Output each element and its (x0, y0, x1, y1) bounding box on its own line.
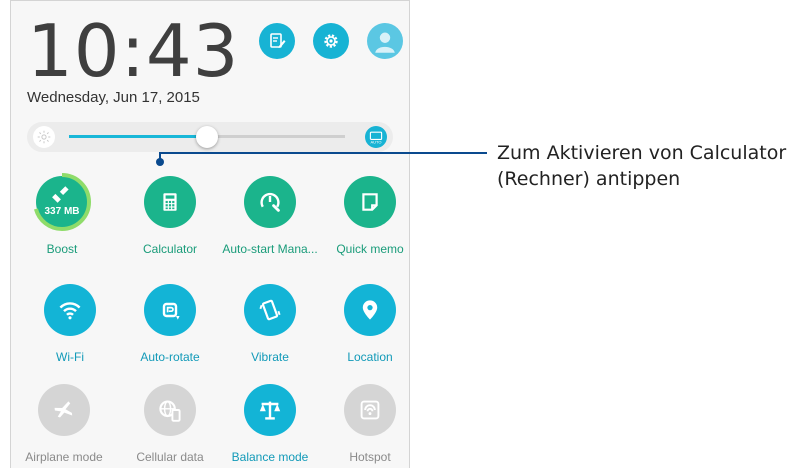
tile-label: Boost (46, 242, 78, 256)
tile-quick-memo[interactable]: Quick memo (321, 176, 409, 276)
auto-brightness-button[interactable]: AUTO (365, 126, 387, 148)
brightness-sun-icon (33, 126, 55, 148)
tile-vibrate[interactable]: Vibrate (221, 284, 319, 384)
calculator-icon (144, 176, 196, 228)
scale-icon (244, 384, 296, 436)
gauge-wrench-icon (244, 176, 296, 228)
tile-auto-rotate[interactable]: Auto-rotate (121, 284, 219, 384)
clock-date: Wednesday, Jun 17, 2015 (27, 89, 200, 106)
tile-label: Location (347, 350, 393, 364)
tile-label: Vibrate (251, 350, 289, 364)
quick-settings-panel: 10:43 Wednesday, Jun 17, 2015 AUTO 337 M… (10, 0, 410, 468)
vibrate-icon (244, 284, 296, 336)
airplane-icon (38, 384, 90, 436)
tile-label: Airplane mode (25, 450, 103, 464)
tile-balance-mode[interactable]: Balance mode (221, 384, 319, 468)
tile-calculator[interactable]: Calculator (121, 176, 219, 276)
tile-location[interactable]: Location (321, 284, 409, 384)
hotspot-icon (344, 384, 396, 436)
tile-label: Auto-start Mana... (222, 242, 318, 256)
boost-badge: 337 MB (44, 206, 80, 217)
broom-icon: 337 MB (33, 173, 91, 231)
clock-time: 10:43 (27, 9, 240, 93)
tile-hotspot[interactable]: Hotspot (321, 384, 409, 468)
brightness-fill (69, 135, 207, 138)
tile-label: Hotspot (349, 450, 391, 464)
tile-label: Cellular data (136, 450, 204, 464)
callout-line-1: Zum Aktivieren von Calculator (497, 142, 787, 164)
brightness-thumb[interactable] (196, 126, 218, 148)
tile-label: Wi-Fi (56, 350, 84, 364)
tile-cellular-data[interactable]: Cellular data (121, 384, 219, 468)
rotate-icon (144, 284, 196, 336)
brightness-slider[interactable]: AUTO (27, 122, 393, 152)
tile-label: Auto-rotate (140, 350, 200, 364)
tile-airplane-mode[interactable]: Airplane mode (15, 384, 113, 468)
tile-label: Quick memo (336, 242, 404, 256)
tile-label: Calculator (142, 242, 198, 256)
memo-icon (344, 176, 396, 228)
callout-text: Zum Aktivieren von Calculator (Rechner) … (497, 140, 786, 192)
wifi-icon (44, 284, 96, 336)
tile-label: Balance mode (231, 450, 309, 464)
user-avatar-icon[interactable] (367, 23, 403, 59)
tile-boost[interactable]: 337 MB Boost (13, 173, 111, 276)
edit-icon[interactable] (259, 23, 295, 59)
tile-wifi[interactable]: Wi-Fi (21, 284, 119, 384)
tile-auto-start-manager[interactable]: Auto-start Mana... (221, 176, 319, 276)
callout-dot (156, 158, 164, 166)
globe-phone-icon (144, 384, 196, 436)
callout-leader-horizontal (159, 152, 487, 154)
settings-gear-icon[interactable] (313, 23, 349, 59)
location-pin-icon (344, 284, 396, 336)
callout-line-2: (Rechner) antippen (497, 168, 681, 190)
auto-label: AUTO (370, 139, 381, 144)
